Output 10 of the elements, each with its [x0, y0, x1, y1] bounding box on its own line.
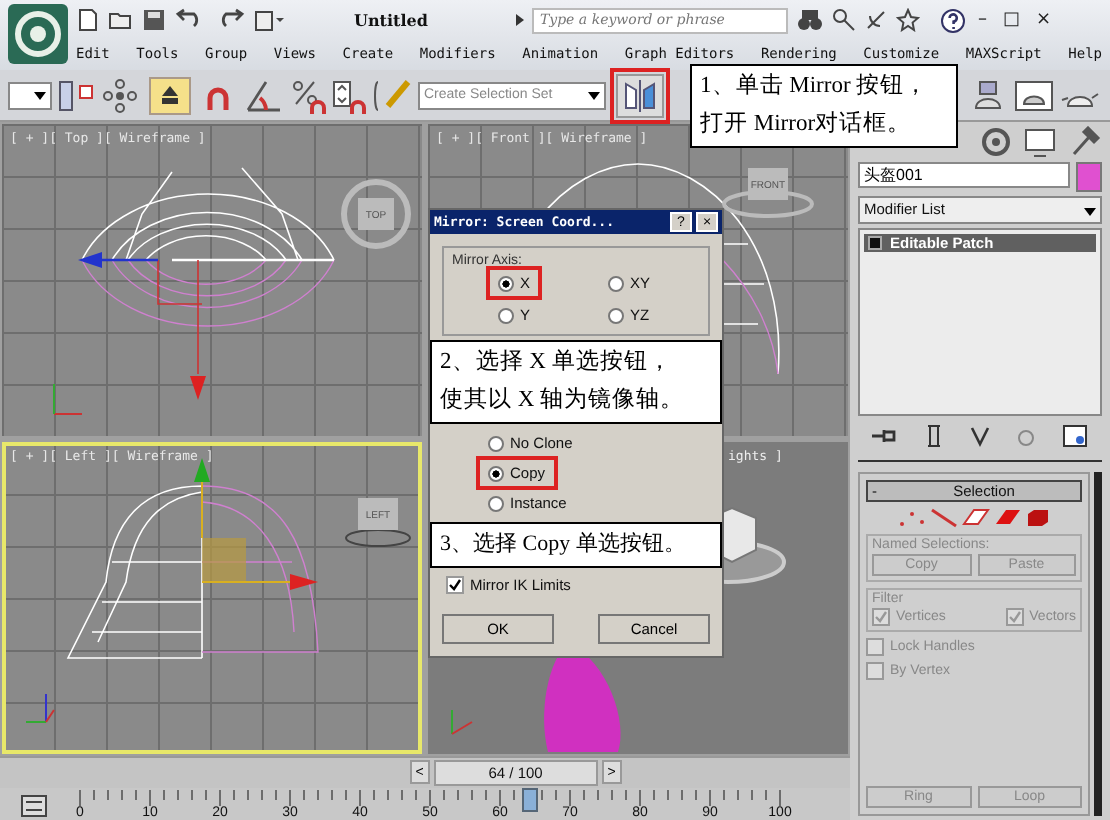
window-title: Untitled	[354, 10, 428, 30]
window-control-button[interactable]: –	[973, 10, 991, 30]
annotation-text: 打开 Mirror对话框。	[700, 109, 914, 140]
annotation-text: 2、选择 X 单选按钮，	[440, 347, 674, 378]
window-control-button[interactable]: □	[998, 10, 1024, 30]
window-control-button[interactable]: ×	[1031, 10, 1056, 30]
annotation-text: 1、单击 Mirror 按钮，	[700, 71, 931, 102]
annotation-text: 使其以 X 轴为镜像轴。	[440, 385, 687, 416]
annotation-text: 3、选择 Copy 单选按钮。	[440, 530, 688, 560]
object-name-field[interactable]: 头盔001	[858, 162, 1070, 188]
